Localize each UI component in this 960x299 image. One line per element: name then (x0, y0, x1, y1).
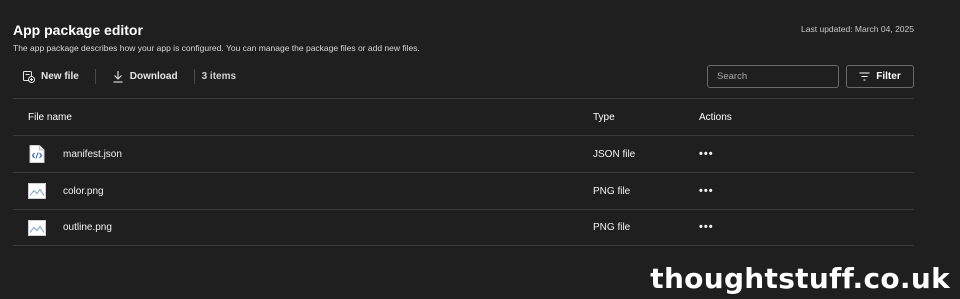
page-description: The app package describes how your app i… (13, 43, 420, 53)
toolbar: New file Download 3 items (22, 66, 236, 86)
table-header-row: File name Type Actions (13, 98, 914, 135)
column-header-type[interactable]: Type (593, 99, 615, 135)
filter-icon (859, 72, 870, 81)
files-table: File name Type Actions manifest.json JSO… (13, 98, 914, 246)
table-row[interactable]: manifest.json JSON file ••• (13, 135, 914, 172)
toolbar-divider (193, 68, 195, 84)
new-file-icon (23, 70, 35, 83)
toolbar-divider (94, 68, 96, 84)
page-title: App package editor (13, 22, 143, 38)
file-name-cell: manifest.json (28, 136, 122, 172)
more-actions-button[interactable]: ••• (699, 185, 714, 197)
filter-button[interactable]: Filter (846, 65, 914, 88)
file-name[interactable]: outline.png (63, 222, 112, 233)
more-actions-button[interactable]: ••• (699, 148, 714, 160)
file-name[interactable]: color.png (63, 186, 104, 197)
column-header-actions: Actions (699, 111, 732, 123)
file-name-cell: color.png (28, 173, 104, 209)
file-type: JSON file (593, 148, 636, 160)
table-row[interactable]: outline.png PNG file ••• (13, 209, 914, 246)
download-button[interactable]: Download (112, 70, 178, 83)
file-type: PNG file (593, 222, 631, 233)
new-file-button[interactable]: New file (22, 70, 79, 83)
file-type: PNG file (593, 185, 631, 197)
watermark-text: thoughtstuff.co.uk (650, 262, 950, 295)
image-file-icon (28, 182, 46, 200)
json-file-icon (28, 145, 46, 163)
new-file-label: New file (41, 70, 79, 82)
download-icon (113, 70, 123, 83)
more-actions-button[interactable]: ••• (699, 222, 714, 233)
file-name-cell: outline.png (28, 210, 112, 245)
filter-label: Filter (876, 71, 901, 82)
file-name[interactable]: manifest.json (63, 149, 122, 160)
last-updated-text: Last updated: March 04, 2025 (801, 24, 914, 34)
item-count: 3 items (201, 70, 237, 82)
search-input[interactable] (707, 65, 839, 88)
column-header-file-name[interactable]: File name (28, 99, 72, 135)
download-label: Download (129, 70, 178, 82)
table-row[interactable]: color.png PNG file ••• (13, 172, 914, 209)
image-file-icon (28, 219, 46, 237)
